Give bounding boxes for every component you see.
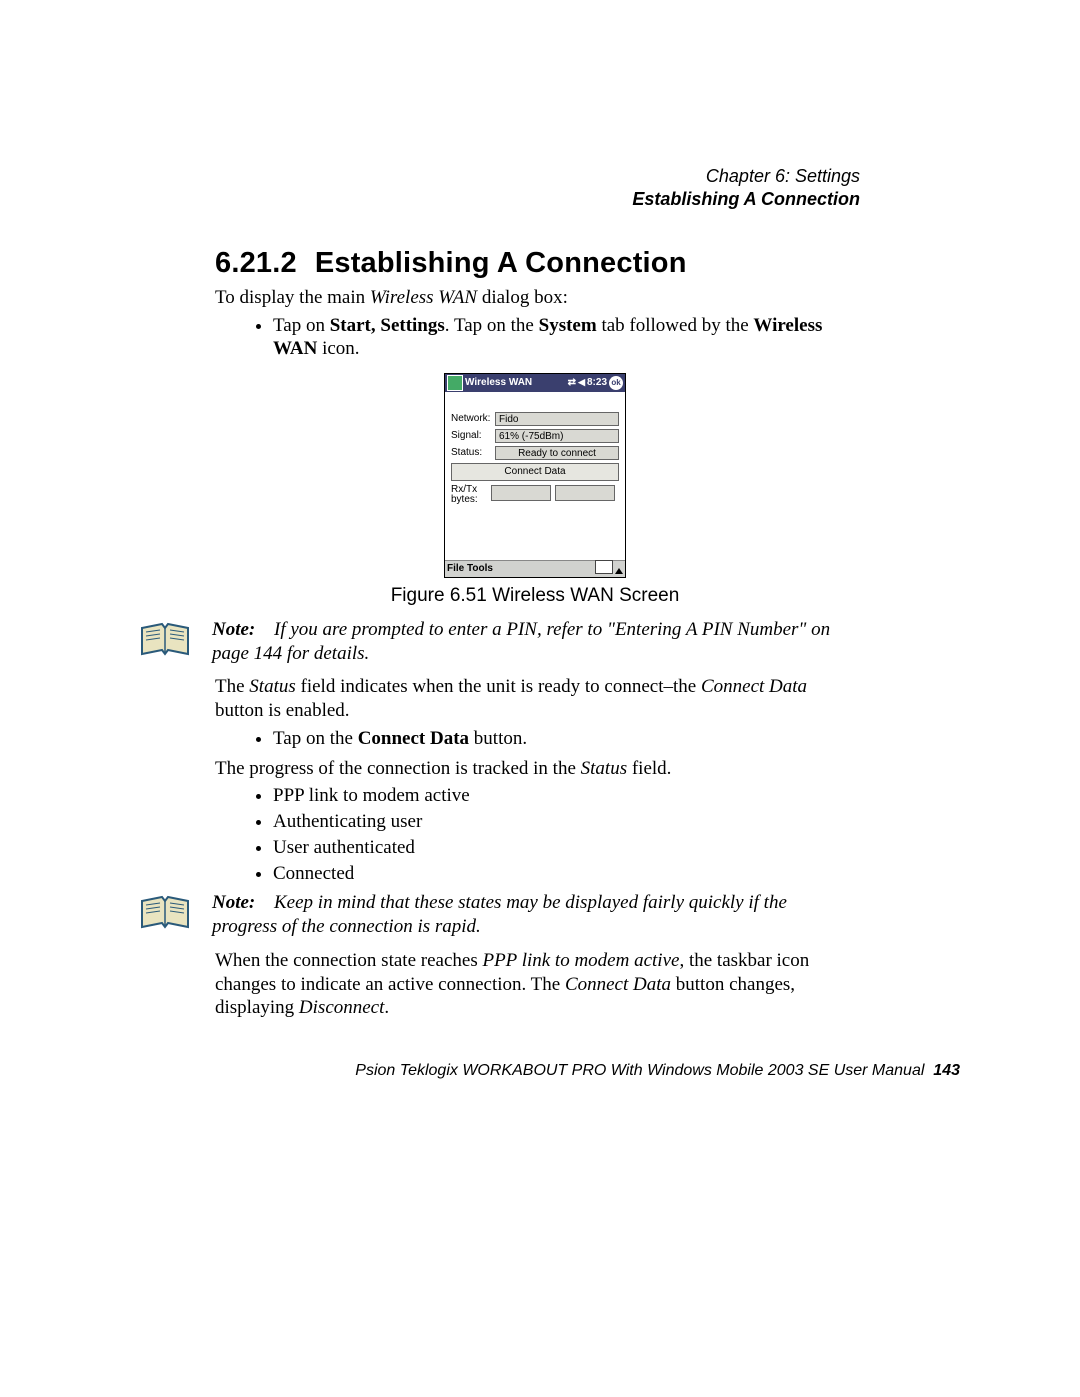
note-label: Note: [212, 891, 260, 915]
step-list-2: Tap on the Connect Data button. [215, 727, 855, 751]
note-text: If you are prompted to enter a PIN, refe… [212, 619, 830, 664]
intro-line: To display the main Wireless WAN dialog … [215, 286, 855, 310]
network-label: Network: [451, 413, 495, 426]
device-menubar: File Tools [445, 560, 625, 577]
note-2: Note:Keep in mind that these states may … [140, 891, 960, 939]
progress-paragraph: The progress of the connection is tracke… [215, 757, 855, 781]
section-heading: 6.21.2 Establishing A Connection [215, 247, 960, 280]
page-footer: Psion Teklogix WORKABOUT PRO With Window… [0, 1062, 960, 1080]
note-1: Note:If you are prompted to enter a PIN,… [140, 618, 960, 666]
status-field: Ready to connect [495, 446, 619, 460]
tx-field [555, 485, 615, 501]
rxtx-label: Rx/Tx bytes: [451, 485, 487, 505]
rx-field [491, 485, 551, 501]
section-label: Establishing A Connection [140, 188, 860, 211]
final-paragraph: When the connection state reaches PPP li… [215, 949, 855, 1020]
step-list-1: Tap on Start, Settings. Tap on the Syste… [215, 314, 855, 362]
step-item: Tap on the Connect Data button. [273, 727, 855, 751]
footer-text: Psion Teklogix WORKABOUT PRO With Window… [355, 1062, 924, 1079]
chapter-label: Chapter 6: Settings [140, 165, 860, 188]
state-item: User authenticated [273, 836, 855, 860]
state-item: PPP link to modem active [273, 784, 855, 808]
signal-label: Signal: [451, 430, 495, 443]
status-paragraph: The Status field indicates when the unit… [215, 675, 855, 723]
device-screenshot: Wireless WAN 8:23 ok Network: Fido [444, 373, 626, 578]
keyboard-icon[interactable] [595, 560, 613, 574]
connectivity-icon [568, 377, 576, 390]
start-icon [447, 375, 463, 391]
device-systray: 8:23 ok [568, 376, 623, 390]
figure-caption: Figure 6.51 Wireless WAN Screen [215, 584, 855, 608]
figure: Wireless WAN 8:23 ok Network: Fido [215, 373, 855, 608]
book-icon [140, 620, 190, 665]
section-title: Establishing A Connection [315, 247, 687, 279]
page: Chapter 6: Settings Establishing A Conne… [0, 0, 1080, 1397]
signal-field: 61% (-75dBm) [495, 429, 619, 443]
states-list: PPP link to modem active Authenticating … [215, 784, 855, 885]
device-time: 8:23 [587, 377, 607, 390]
state-item: Authenticating user [273, 810, 855, 834]
book-icon [140, 893, 190, 938]
device-titlebar: Wireless WAN 8:23 ok [445, 374, 625, 392]
ok-button[interactable]: ok [609, 376, 623, 390]
connect-data-button[interactable]: Connect Data [451, 463, 619, 481]
device-body: Network: Fido Signal: 61% (-75dBm) Statu… [445, 392, 625, 560]
state-item: Connected [273, 862, 855, 886]
speaker-icon [578, 377, 585, 390]
network-field: Fido [495, 412, 619, 426]
device-menus[interactable]: File Tools [447, 563, 493, 576]
step-item: Tap on Start, Settings. Tap on the Syste… [273, 314, 855, 362]
note-label: Note: [212, 618, 260, 642]
running-header: Chapter 6: Settings Establishing A Conne… [140, 165, 860, 212]
status-label: Status: [451, 447, 495, 460]
device-title: Wireless WAN [465, 377, 532, 390]
section-number: 6.21.2 [215, 247, 297, 279]
up-arrow-icon[interactable] [615, 568, 623, 574]
note-text: Keep in mind that these states may be di… [212, 892, 787, 937]
page-number: 143 [933, 1062, 960, 1079]
